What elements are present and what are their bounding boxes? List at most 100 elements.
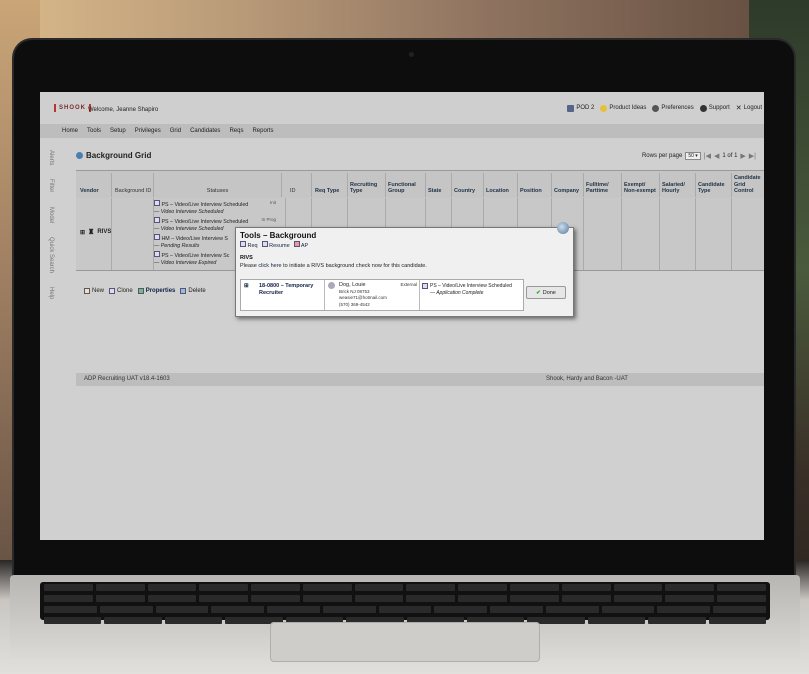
clone-icon xyxy=(109,288,116,294)
background-wall xyxy=(0,0,809,40)
pod-icon xyxy=(567,104,575,112)
col-exempt[interactable]: Exempt/ Non-exempt xyxy=(622,173,660,197)
logout-link[interactable]: ✕ Logout xyxy=(736,104,762,112)
popup-links: Req Resume AP xyxy=(240,241,308,249)
col-id[interactable]: ID xyxy=(286,173,312,197)
resume-icon xyxy=(261,241,268,247)
pod-link[interactable]: POD 2 xyxy=(567,104,594,112)
initiate-message: Please click here to initiate a RIVS bac… xyxy=(240,263,427,269)
sidebar-alerts[interactable]: Alerts xyxy=(48,150,54,165)
col-country[interactable]: Country xyxy=(452,173,484,197)
keyboard xyxy=(40,582,770,624)
col-location[interactable]: Location xyxy=(484,173,518,197)
environment-text: Shook, Hardy and Bacon -UAT xyxy=(546,376,628,382)
product-ideas-link[interactable]: Product Ideas xyxy=(600,104,646,112)
candidate-type: External xyxy=(400,282,417,287)
refresh-icon[interactable] xyxy=(76,152,83,159)
lightbulb-icon xyxy=(600,104,608,112)
ap-link[interactable]: AP xyxy=(293,241,308,249)
nav-reqs[interactable]: Reqs xyxy=(229,128,243,134)
col-candidate-grid-control[interactable]: Candidate Grid Control xyxy=(732,173,764,197)
laptop-screen: SHOOK Welcome, Jeanne Shapiro POD 2 Prod… xyxy=(40,92,764,540)
sidebar-filter[interactable]: Filter xyxy=(48,179,54,192)
preferences-link[interactable]: Preferences xyxy=(652,104,694,112)
status-icon xyxy=(154,234,160,240)
new-button[interactable]: New xyxy=(84,288,104,294)
pagination: Rows per page 50 ▾ |◀ ◀ 1 of 1 ▶ ▶| xyxy=(641,152,756,160)
checkmark-icon: ✔ xyxy=(536,289,541,296)
col-vendor[interactable]: Vendor xyxy=(76,173,112,197)
candidate-card: ⊞ 18-0800 – Temporary Recruiter External… xyxy=(240,279,524,311)
col-functional-group[interactable]: Functional Group xyxy=(386,173,426,197)
col-company[interactable]: Company xyxy=(552,173,584,197)
candidate-city: Brick NJ 08753 xyxy=(339,289,370,295)
app-footer: ADP Recruiting UAT v18.4-1603 Shook, Har… xyxy=(76,373,764,386)
sidebar-help[interactable]: Help xyxy=(48,287,54,299)
col-background-id[interactable]: Background ID xyxy=(112,173,154,197)
col-candidate-type[interactable]: Candidate Type xyxy=(696,173,732,197)
candidate-name: Dog, Louie xyxy=(339,282,366,288)
delete-icon xyxy=(180,288,187,294)
close-icon: ✕ xyxy=(735,105,742,112)
nav-tools[interactable]: Tools xyxy=(87,128,101,134)
col-recruiting-type[interactable]: Recruiting Type xyxy=(348,173,386,197)
properties-button[interactable]: Properties xyxy=(137,288,175,294)
done-button[interactable]: ✔ Done xyxy=(526,286,566,299)
camera-icon xyxy=(409,52,414,57)
click-here-link[interactable]: click here xyxy=(258,263,281,269)
nav-candidates[interactable]: Candidates xyxy=(190,128,220,134)
last-page-icon[interactable]: ▶| xyxy=(749,152,756,160)
status-icon xyxy=(154,217,160,223)
version-text: ADP Recruiting UAT v18.4-1603 xyxy=(84,376,170,382)
candidate-email: weasie71@hotmail.com xyxy=(339,295,387,301)
status-icon xyxy=(422,283,428,289)
next-page-icon[interactable]: ▶ xyxy=(740,152,745,160)
req-link[interactable]: Req xyxy=(240,241,258,249)
col-state[interactable]: State xyxy=(426,173,452,197)
col-position[interactable]: Position xyxy=(518,173,552,197)
nav-home[interactable]: Home xyxy=(62,128,78,134)
resume-link[interactable]: Resume xyxy=(261,241,290,249)
company-logo: SHOOK xyxy=(54,104,92,112)
col-statuses[interactable]: Statuses xyxy=(154,173,282,197)
nav-reports[interactable]: Reports xyxy=(252,128,273,134)
welcome-text: Welcome, Jeanne Shapiro xyxy=(88,107,159,113)
gear-icon xyxy=(652,104,660,112)
req-cell[interactable]: ⊞ 18-0800 – Temporary Recruiter xyxy=(241,280,325,310)
nav-grid[interactable]: Grid xyxy=(170,128,181,134)
status-cell[interactable]: PS – Video/Live Interview Scheduled — Ap… xyxy=(420,280,523,310)
expand-icon[interactable]: ⊞ xyxy=(244,283,249,290)
candidate-cell[interactable]: External Dog, Louie Brick NJ 08753 weasi… xyxy=(325,280,420,310)
sidebar-quick-search[interactable]: Quick Search xyxy=(48,237,54,273)
vendor-section-title: RIVS xyxy=(240,255,253,261)
globe-icon[interactable] xyxy=(557,222,569,234)
main-nav: Home Tools Setup Privileges Grid Candida… xyxy=(40,124,764,138)
sidebar-model[interactable]: Model xyxy=(48,207,54,223)
chat-icon xyxy=(699,104,707,112)
tools-background-popup: Tools – Background Req Resume AP RIVS Pl… xyxy=(235,222,574,317)
nav-setup[interactable]: Setup xyxy=(110,128,126,134)
rows-per-page-select[interactable]: 50 ▾ xyxy=(685,152,701,160)
popup-title: Tools – Background xyxy=(240,231,317,240)
first-page-icon[interactable]: |◀ xyxy=(704,152,711,160)
nav-privileges[interactable]: Privileges xyxy=(135,128,161,134)
clone-button[interactable]: Clone xyxy=(109,288,133,294)
page-info: 1 of 1 xyxy=(722,153,738,159)
avatar xyxy=(328,282,335,289)
status-item[interactable]: PS – Video/Live Interview Scheduled Init … xyxy=(154,200,276,216)
trackpad xyxy=(270,622,540,662)
grid-actions: New Clone Properties Delete xyxy=(84,288,206,294)
page-title: Background Grid xyxy=(76,151,151,160)
side-panel: Alerts Filter Model Quick Search Help xyxy=(48,150,62,370)
col-salaried[interactable]: Salaried/ Hourly xyxy=(660,173,696,197)
req-title: 18-0800 – Temporary Recruiter xyxy=(259,283,314,297)
app-header: SHOOK Welcome, Jeanne Shapiro POD 2 Prod… xyxy=(40,92,764,124)
col-req-type[interactable]: Req Type xyxy=(312,173,348,197)
col-fulltime[interactable]: Fulltime/ Parttime xyxy=(584,173,622,197)
status-icon xyxy=(154,251,160,257)
support-link[interactable]: Support xyxy=(699,104,730,112)
properties-icon xyxy=(137,288,144,294)
prev-page-icon[interactable]: ◀ xyxy=(714,152,719,160)
delete-button[interactable]: Delete xyxy=(180,288,206,294)
candidate-phone: (570) 369-4542 xyxy=(339,301,370,307)
